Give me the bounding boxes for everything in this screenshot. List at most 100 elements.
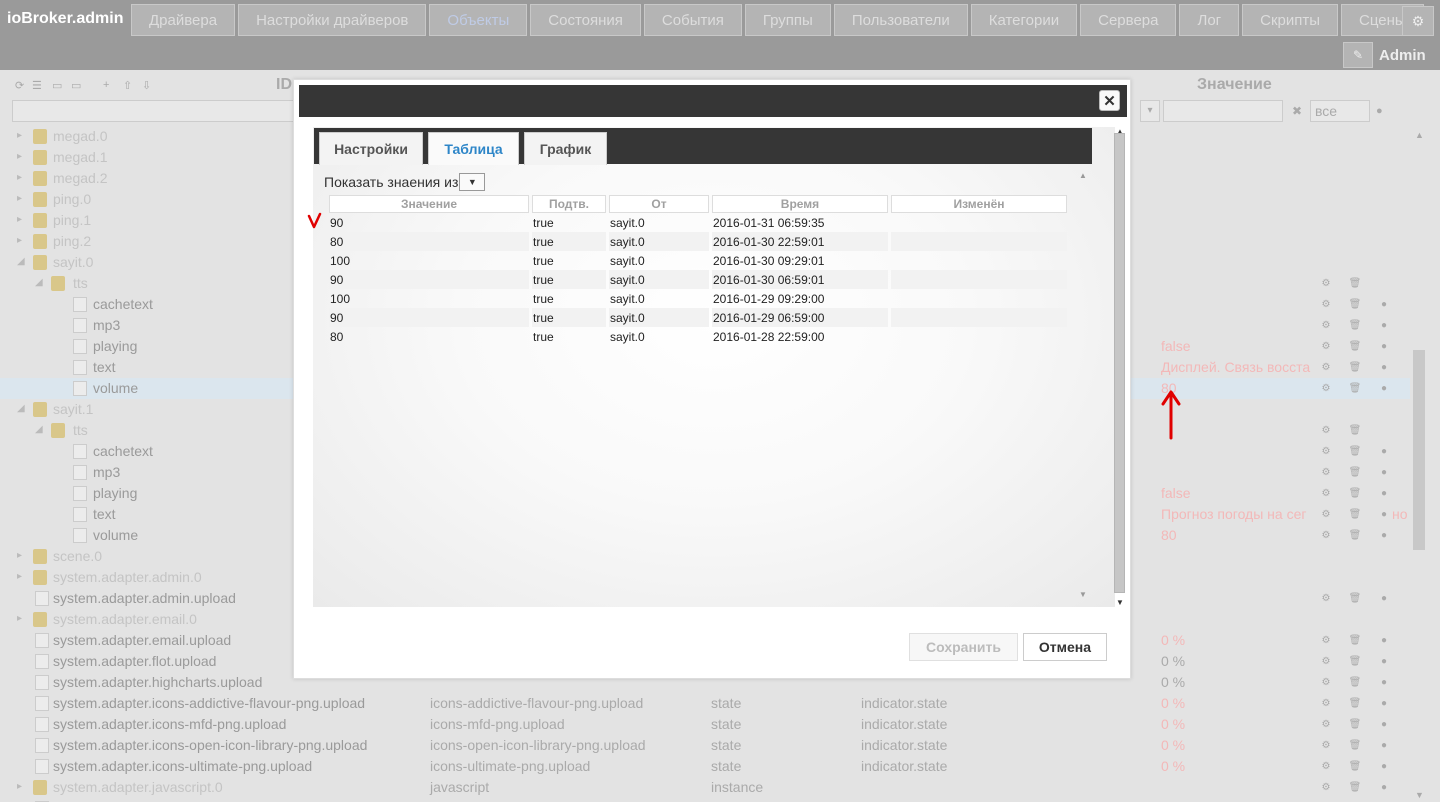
trash-icon[interactable]: 🗑 xyxy=(1348,466,1362,480)
trash-icon[interactable]: 🗑 xyxy=(1348,634,1362,648)
save-button[interactable]: Сохранить xyxy=(909,633,1018,661)
gear-icon[interactable]: ⚙ xyxy=(1319,382,1333,396)
grid-scrollbar[interactable] xyxy=(1413,350,1425,550)
scroll-down-icon[interactable]: ▼ xyxy=(1116,598,1124,607)
gear-icon[interactable]: ⚙ xyxy=(1319,655,1333,669)
column-time[interactable]: Время xyxy=(712,195,888,213)
trash-icon[interactable]: 🗑 xyxy=(1348,676,1362,690)
scrollbar-thumb[interactable] xyxy=(1114,133,1125,593)
expand-toggle-icon[interactable]: ▸ xyxy=(17,571,22,582)
gear-icon[interactable]: ⚙ xyxy=(1319,760,1333,774)
nav-tab[interactable]: Драйвера xyxy=(131,4,236,36)
history-row[interactable]: 80 true sayit.0 2016-01-28 22:59:00 xyxy=(329,327,1067,346)
info-icon[interactable]: ● xyxy=(1377,655,1391,669)
column-from[interactable]: От xyxy=(609,195,709,213)
tree-row[interactable]: system.adapter.icons-addictive-flavour-p… xyxy=(0,693,1410,714)
gear-icon[interactable]: ⚙ xyxy=(1319,424,1333,438)
expand-toggle-icon[interactable]: ▸ xyxy=(17,550,22,561)
gear-icon[interactable]: ⚙ xyxy=(1319,319,1333,333)
expand-toggle-icon[interactable]: ◢ xyxy=(17,403,25,414)
clear-filter-icon[interactable]: ✖ xyxy=(1292,104,1302,118)
expand-toggle-icon[interactable]: ◢ xyxy=(35,424,43,435)
filter-select[interactable]: все xyxy=(1310,100,1370,122)
gear-icon[interactable]: ⚙ xyxy=(1319,508,1333,522)
trash-icon[interactable]: 🗑 xyxy=(1348,487,1362,501)
gear-icon[interactable]: ⚙ xyxy=(1319,340,1333,354)
add-icon[interactable]: + xyxy=(103,79,109,91)
trash-icon[interactable]: 🗑 xyxy=(1348,655,1362,669)
gear-icon[interactable]: ⚙ xyxy=(1319,697,1333,711)
history-row[interactable]: 90 true sayit.0 2016-01-30 06:59:01 xyxy=(329,270,1067,289)
list-icon[interactable]: ☰ xyxy=(32,79,42,92)
gear-icon[interactable]: ⚙ xyxy=(1319,739,1333,753)
column-value[interactable]: Значение xyxy=(329,195,529,213)
info-icon[interactable]: ● xyxy=(1377,340,1391,354)
expand-toggle-icon[interactable]: ▸ xyxy=(17,172,22,183)
gear-icon[interactable]: ⚙ xyxy=(1319,634,1333,648)
trash-icon[interactable]: 🗑 xyxy=(1348,760,1362,774)
nav-tab[interactable]: События xyxy=(643,4,742,36)
trash-icon[interactable]: 🗑 xyxy=(1348,508,1362,522)
gear-icon[interactable]: ⚙ xyxy=(1319,529,1333,543)
trash-icon[interactable]: 🗑 xyxy=(1348,361,1362,375)
gear-icon[interactable]: ⚙ xyxy=(1319,298,1333,312)
chevron-down-icon[interactable]: ▾ xyxy=(1140,100,1160,122)
expand-toggle-icon[interactable]: ▸ xyxy=(17,235,22,246)
table-scroll-down-icon[interactable]: ▼ xyxy=(1079,590,1087,599)
info-icon[interactable]: ● xyxy=(1377,676,1391,690)
help-icon[interactable]: ● xyxy=(1376,105,1383,117)
expand-toggle-icon[interactable]: ▸ xyxy=(17,781,22,792)
trash-icon[interactable]: 🗑 xyxy=(1348,382,1362,396)
nav-tab[interactable]: Настройки драйверов xyxy=(238,4,427,36)
trash-icon[interactable]: 🗑 xyxy=(1348,319,1362,333)
table-scroll-up-icon[interactable]: ▲ xyxy=(1079,171,1087,180)
info-icon[interactable]: ● xyxy=(1377,529,1391,543)
history-row[interactable]: 100 true sayit.0 2016-01-30 09:29:01 xyxy=(329,251,1067,270)
scroll-up-icon[interactable]: ▲ xyxy=(1415,130,1424,140)
nav-tab[interactable]: Пользователи xyxy=(833,4,968,36)
scroll-down-icon[interactable]: ▼ xyxy=(1415,790,1424,800)
info-icon[interactable]: ● xyxy=(1377,508,1391,522)
trash-icon[interactable]: 🗑 xyxy=(1348,340,1362,354)
edit-user-button[interactable]: ✎ xyxy=(1343,42,1373,68)
upload-icon[interactable]: ⇧ xyxy=(123,79,132,92)
info-icon[interactable]: ● xyxy=(1377,382,1391,396)
show-values-select[interactable]: ▼ xyxy=(459,173,486,191)
expand-toggle-icon[interactable]: ▸ xyxy=(17,130,22,141)
tab-settings[interactable]: Настройки xyxy=(319,132,423,165)
trash-icon[interactable]: 🗑 xyxy=(1348,298,1362,312)
close-icon[interactable]: ✕ xyxy=(1099,90,1120,111)
nav-tab[interactable]: Группы xyxy=(744,4,831,36)
gear-icon[interactable]: ⚙ xyxy=(1319,718,1333,732)
nav-tab[interactable]: Лог xyxy=(1179,4,1240,36)
column-changed[interactable]: Изменён xyxy=(891,195,1067,213)
tree-row[interactable]: system.adapter.icons-mfd-png.upload icons… xyxy=(0,714,1410,735)
trash-icon[interactable]: 🗑 xyxy=(1348,424,1362,438)
gear-icon[interactable]: ⚙ xyxy=(1319,781,1333,795)
info-icon[interactable]: ● xyxy=(1377,445,1391,459)
nav-tab[interactable]: Сервера xyxy=(1080,4,1177,36)
info-icon[interactable]: ● xyxy=(1377,718,1391,732)
gear-icon[interactable]: ⚙ xyxy=(1319,487,1333,501)
cancel-button[interactable]: Отмена xyxy=(1023,633,1107,661)
info-icon[interactable]: ● xyxy=(1377,697,1391,711)
trash-icon[interactable]: 🗑 xyxy=(1348,445,1362,459)
info-icon[interactable]: ● xyxy=(1377,298,1391,312)
gear-icon[interactable]: ⚙ xyxy=(1319,676,1333,690)
refresh-icon[interactable]: ⟳ xyxy=(15,79,24,92)
info-icon[interactable]: ● xyxy=(1377,592,1391,606)
info-icon[interactable]: ● xyxy=(1377,760,1391,774)
info-icon[interactable]: ● xyxy=(1377,319,1391,333)
download-icon[interactable]: ⇩ xyxy=(142,79,151,92)
expand-toggle-icon[interactable]: ◢ xyxy=(35,277,43,288)
history-row[interactable]: 80 true sayit.0 2016-01-30 22:59:01 xyxy=(329,232,1067,251)
info-icon[interactable]: ● xyxy=(1377,487,1391,501)
value-filter-input[interactable] xyxy=(1163,100,1283,122)
trash-icon[interactable]: 🗑 xyxy=(1348,529,1362,543)
folder-expand-icon[interactable]: ▭ xyxy=(71,79,81,92)
history-row[interactable]: 100 true sayit.0 2016-01-29 09:29:00 xyxy=(329,289,1067,308)
info-icon[interactable]: ● xyxy=(1377,466,1391,480)
expand-toggle-icon[interactable]: ▸ xyxy=(17,151,22,162)
nav-tab[interactable]: Состояния xyxy=(530,4,641,36)
info-icon[interactable]: ● xyxy=(1377,781,1391,795)
